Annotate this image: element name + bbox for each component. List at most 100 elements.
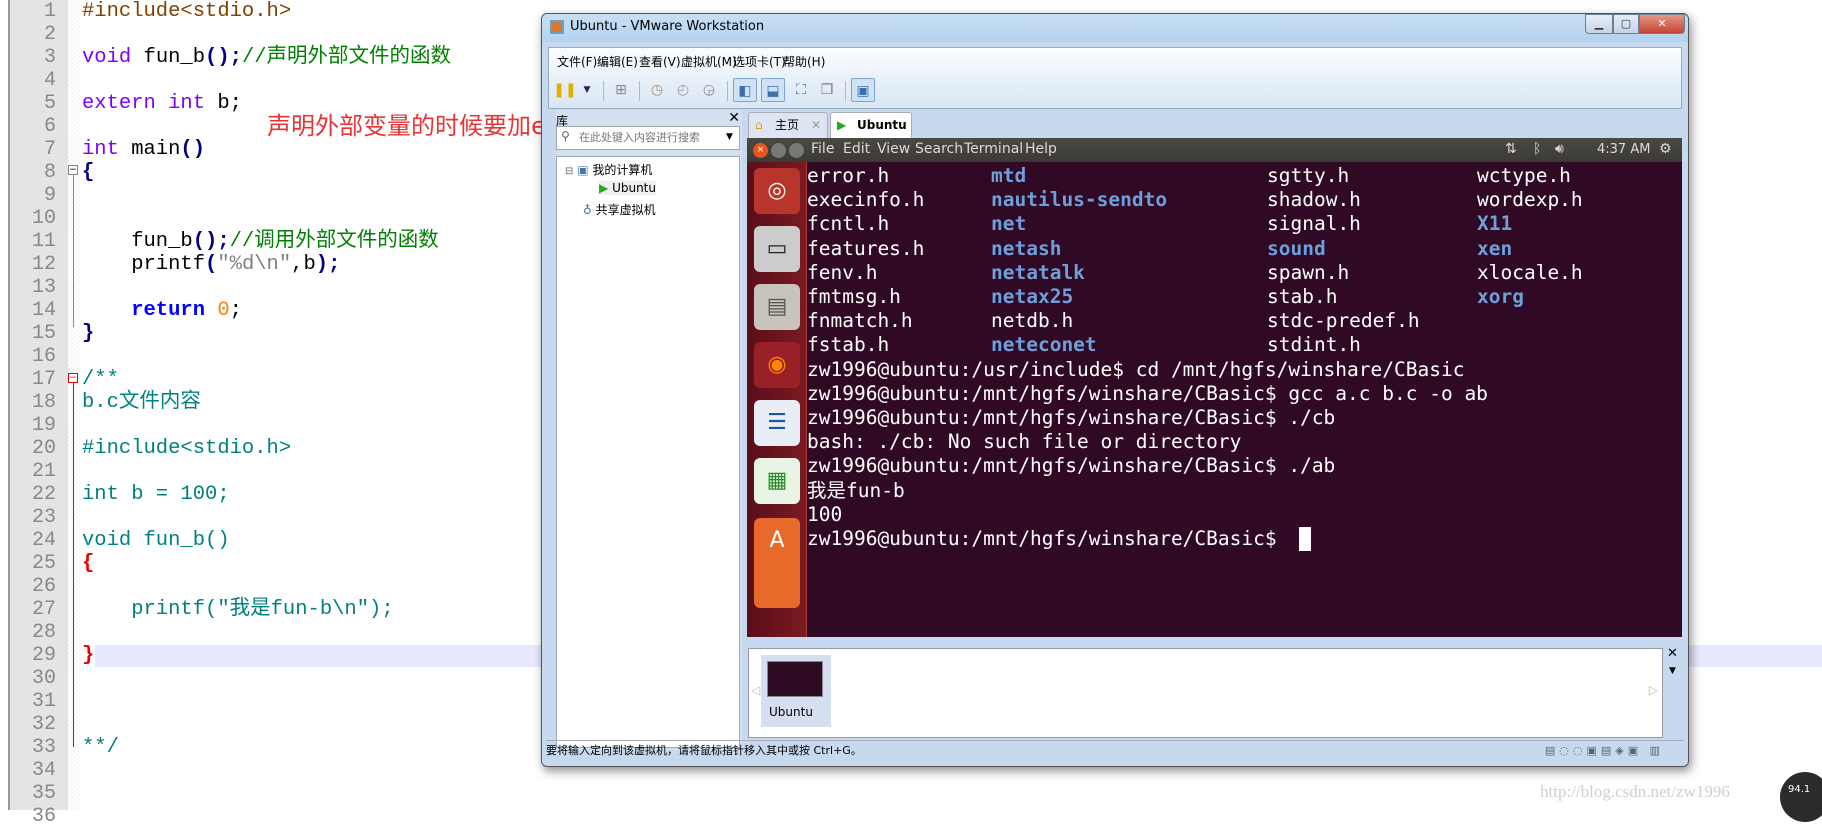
floating-badge[interactable]: 94.1 — [1780, 772, 1822, 822]
line-number: 6 — [43, 115, 56, 138]
menu-vm[interactable]: 虚拟机(M) — [681, 53, 737, 70]
ubuntu-dash-icon[interactable]: ◎ — [754, 168, 800, 214]
line-number: 1 — [43, 0, 56, 23]
scroll-right-icon[interactable]: ▷ — [1649, 683, 1658, 697]
vm-thumbnail[interactable]: Ubuntu — [761, 655, 831, 727]
fullscreen-icon[interactable]: ⛶ — [789, 78, 813, 102]
terminal[interactable]: ◎ ▭ ▤ ◉ ☰ ▦ A error.h mtd sgtty.h wctype.h e… — [747, 162, 1682, 637]
software-center-icon[interactable]: A — [754, 518, 800, 608]
dropdown-arrow-icon[interactable]: ▼ — [575, 78, 599, 102]
close-button[interactable]: ✕ — [1639, 14, 1685, 34]
terminal-icon[interactable]: ▭ — [754, 226, 800, 272]
library-search-input[interactable]: 在此处键入内容进行搜索 — [556, 126, 740, 150]
settings-gear-icon[interactable]: ⚙ — [1659, 141, 1672, 157]
search-icon: ⚲ — [561, 129, 570, 143]
computer-icon: ▣ — [577, 163, 589, 177]
snapshot-icon[interactable]: ◷ — [645, 78, 669, 102]
line-number: 30 — [31, 667, 56, 690]
line-number: 16 — [31, 345, 56, 368]
line-number: 2 — [43, 23, 56, 46]
code-line-29: } — [82, 644, 95, 667]
terminal-menu-file[interactable]: File — [811, 141, 834, 157]
pause-icon[interactable]: ❚❚ — [553, 78, 577, 102]
tab-bar: ⌂主页✕ ▶Ubuntu✕ — [748, 110, 1684, 156]
vmware-app-icon — [550, 20, 564, 34]
tree-item-my-computer[interactable]: ⊟ ▣ 我的计算机 — [565, 161, 652, 178]
send-ctrl-alt-del-icon[interactable]: ⊞ — [609, 78, 633, 102]
title-bar[interactable]: Ubuntu - VMware Workstation ▁ ▢ ✕ — [542, 14, 1688, 42]
menu-tabs[interactable]: 选项卡(T) — [733, 53, 786, 70]
menu-help[interactable]: 帮助(H) — [783, 53, 825, 70]
line-number: 19 — [31, 414, 56, 437]
tab-home[interactable]: ⌂ 主页 ✕ — [748, 112, 828, 138]
volume-icon[interactable]: 🔊︎ — [1555, 141, 1564, 157]
terminal-maximize-button[interactable] — [789, 143, 804, 158]
clock[interactable]: 4:37 AM — [1597, 142, 1650, 157]
library-panel: 库 ✕ 在此处键入内容进行搜索 ⚲ ▼ ⊟ ▣ 我的计算机 ▶ Ubuntu ♁… — [556, 110, 742, 750]
thumbnail-close-icon[interactable]: ✕ — [1667, 646, 1678, 661]
menu-file[interactable]: 文件(F) — [557, 53, 597, 70]
line-number: 27 — [31, 598, 56, 621]
thumbnail-bar-icon[interactable]: ⬓ — [761, 78, 785, 102]
line-number: 22 — [31, 483, 56, 506]
snapshot-manager-icon[interactable]: ◶ — [697, 78, 721, 102]
maximize-button[interactable]: ▢ — [1613, 14, 1639, 34]
code-line-27: printf("我是fun-b\n"); — [82, 598, 394, 621]
home-icon: ⌂ — [755, 118, 763, 132]
line-number: 8 — [43, 161, 56, 184]
code-line-8: { — [82, 161, 95, 184]
code-line-22: int b = 100; — [82, 483, 230, 506]
terminal-menu-view[interactable]: View — [877, 141, 910, 157]
fold-toggle-icon[interactable]: − — [68, 165, 78, 175]
show-library-icon[interactable]: ◧ — [733, 78, 757, 102]
tab-ubuntu[interactable]: ▶Ubuntu✕ — [830, 112, 912, 156]
terminal-line: zw1996@ubuntu:/mnt/hgfs/winshare/CBasic$ — [807, 527, 1289, 550]
line-number: 33 — [31, 736, 56, 759]
thumbnail-bar: Ubuntu ◁ ▷ — [748, 648, 1663, 738]
thumbnail-image — [767, 661, 823, 697]
network-icon[interactable]: ⇅ — [1505, 141, 1517, 157]
terminal-menu-terminal[interactable]: Terminal — [964, 141, 1023, 157]
library-tree: ⊟ ▣ 我的计算机 ▶ Ubuntu ♁ 共享虚拟机 — [556, 156, 740, 748]
line-number: 28 — [31, 621, 56, 644]
fold-toggle-icon[interactable]: − — [68, 373, 78, 383]
writer-icon[interactable]: ☰ — [754, 400, 800, 446]
revert-snapshot-icon[interactable]: ◴ — [671, 78, 695, 102]
code-line-11: fun_b();//调用外部文件的函数 — [82, 230, 439, 253]
tree-item-ubuntu[interactable]: ▶ Ubuntu — [599, 181, 656, 195]
menu-view[interactable]: 查看(V) — [639, 53, 681, 70]
line-number: 5 — [43, 92, 56, 115]
unity-icon[interactable]: ❐ — [815, 78, 839, 102]
terminal-cursor — [1299, 527, 1311, 551]
tab-close-icon: ✕ — [810, 118, 821, 132]
line-number: 24 — [31, 529, 56, 552]
calc-icon[interactable]: ▦ — [754, 458, 800, 504]
terminal-minimize-button[interactable] — [771, 143, 786, 158]
terminal-close-button[interactable]: × — [753, 143, 768, 158]
line-number: 3 — [43, 46, 56, 69]
minimize-button[interactable]: ▁ — [1585, 14, 1613, 34]
device-icons[interactable]: ▤◌◌▣▤◈▣ ▥ — [1545, 741, 1664, 761]
line-number: 10 — [31, 207, 56, 230]
line-number: 15 — [31, 322, 56, 345]
terminal-menu-edit[interactable]: Edit — [843, 141, 870, 157]
line-number: 11 — [31, 230, 56, 253]
firefox-icon[interactable]: ◉ — [754, 342, 800, 388]
line-number: 26 — [31, 575, 56, 598]
tree-item-shared-vms[interactable]: ♁ 共享虚拟机 — [583, 201, 656, 218]
vm-running-icon: ▶ — [599, 181, 609, 195]
line-number: 25 — [31, 552, 56, 575]
bluetooth-icon[interactable]: ᛒ — [1533, 141, 1541, 157]
console-view-icon[interactable]: ▣ — [851, 78, 875, 102]
files-icon[interactable]: ▤ — [754, 284, 800, 330]
line-number: 13 — [31, 276, 56, 299]
search-dropdown-icon[interactable]: ▼ — [726, 132, 733, 142]
status-text: 要将输入定向到该虚拟机，请将鼠标指针移入其中或按 Ctrl+G。 — [546, 744, 862, 757]
scroll-left-icon[interactable]: ◁ — [751, 683, 760, 697]
library-close-icon[interactable]: ✕ — [728, 110, 740, 126]
terminal-menu-help[interactable]: Help — [1025, 141, 1057, 157]
terminal-menu-search[interactable]: Search — [915, 141, 963, 157]
thumbnail-menu-icon[interactable]: ▼ — [1669, 666, 1676, 676]
code-line-1: #include<stdio.h> — [82, 0, 292, 23]
menu-edit[interactable]: 编辑(E) — [597, 53, 638, 70]
